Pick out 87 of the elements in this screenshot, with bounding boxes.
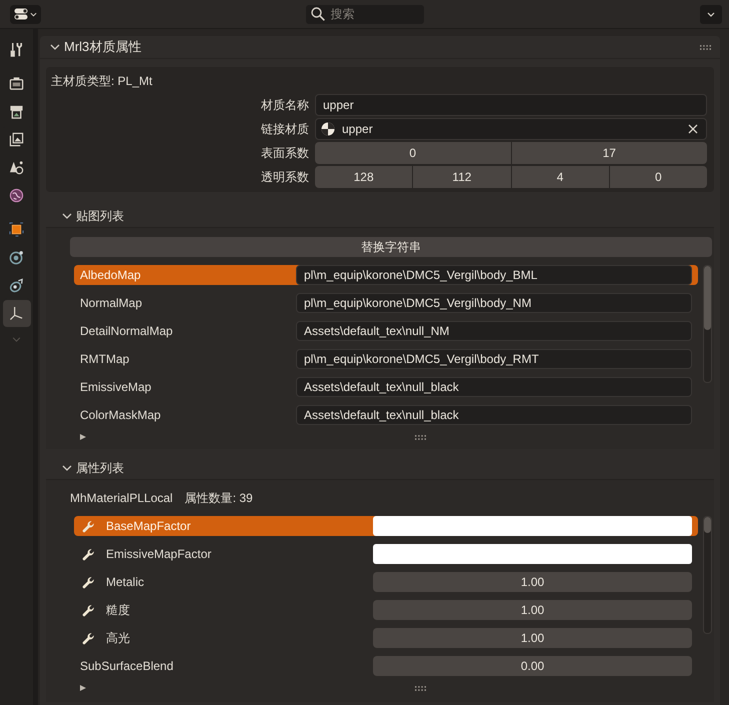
search-icon bbox=[310, 7, 324, 21]
class-name: MhMaterialPLLocal bbox=[70, 490, 173, 507]
color-swatch[interactable] bbox=[373, 544, 692, 564]
texture-row[interactable]: NormalMap pl\m_equip\korone\DMC5_Vergil\body_NM bbox=[74, 293, 698, 313]
color-swatch[interactable] bbox=[373, 516, 692, 536]
number-field[interactable]: 0 bbox=[315, 142, 510, 164]
orbit-icon bbox=[9, 250, 24, 265]
drag-handle-icon[interactable] bbox=[700, 44, 711, 50]
number-field[interactable]: 0.00 bbox=[373, 656, 692, 676]
field-label: 材质名称 bbox=[260, 97, 309, 114]
scrollbar-thumb[interactable] bbox=[704, 517, 711, 533]
drag-handle-icon[interactable] bbox=[415, 434, 426, 440]
subpanel-title: 贴图列表 bbox=[76, 208, 124, 225]
printer-icon bbox=[9, 104, 24, 119]
property-name: BaseMapFactor bbox=[106, 518, 191, 535]
property-name: 高光 bbox=[106, 630, 130, 647]
texture-path-field[interactable]: Assets\default_tex\null_black bbox=[296, 377, 692, 397]
property-row[interactable]: 糙度 1.00 bbox=[74, 600, 698, 620]
search-input[interactable]: 搜索 bbox=[330, 5, 410, 23]
number-field[interactable]: 112 bbox=[413, 166, 510, 188]
number-field[interactable]: 0 bbox=[610, 166, 707, 188]
dropdown-button[interactable] bbox=[700, 4, 722, 24]
scrollbar[interactable] bbox=[703, 265, 712, 383]
property-count: 属性数量: 39 bbox=[184, 490, 253, 507]
property-row[interactable]: EmissiveMapFactor bbox=[74, 544, 698, 564]
texture-name: NormalMap bbox=[79, 295, 144, 312]
number-field[interactable]: 1.00 bbox=[373, 600, 692, 620]
globe-icon bbox=[9, 188, 24, 203]
text-field[interactable]: upper bbox=[315, 94, 707, 116]
close-icon[interactable] bbox=[688, 124, 698, 134]
number-field[interactable]: 17 bbox=[512, 142, 707, 164]
number-field[interactable]: 128 bbox=[315, 166, 412, 188]
property-name: Metalic bbox=[106, 574, 144, 591]
texture-name: DetailNormalMap bbox=[79, 323, 174, 340]
scrollbar-thumb[interactable] bbox=[704, 266, 711, 330]
camera-icon bbox=[9, 76, 24, 91]
property-name: 糙度 bbox=[106, 602, 130, 619]
field-label: 透明系数 bbox=[260, 169, 309, 186]
caret-icon bbox=[30, 12, 37, 16]
field-label: 链接材质 bbox=[260, 121, 309, 138]
texture-row[interactable]: ColorMaskMap Assets\default_tex\null_black bbox=[74, 405, 698, 425]
texture-row[interactable]: AlbedoMap pl\m_equip\korone\DMC5_Vergil\body_BML bbox=[74, 265, 698, 285]
ring-arrow-icon bbox=[9, 278, 24, 293]
material-type: 主材质类型: PL_Mt bbox=[51, 73, 154, 89]
panel-title: Mrl3材质属性 bbox=[64, 38, 142, 56]
texture-name: EmissiveMap bbox=[79, 379, 152, 396]
texture-row[interactable]: DetailNormalMap Assets\default_tex\null_NM bbox=[74, 321, 698, 341]
tools-icon bbox=[9, 42, 24, 57]
texture-row[interactable]: RMTMap pl\m_equip\korone\DMC5_Vergil\body_RMT bbox=[74, 349, 698, 369]
material-name: upper bbox=[342, 121, 374, 138]
number-field[interactable]: 1.00 bbox=[373, 572, 692, 592]
panel-header[interactable]: Mrl3材质属性 bbox=[40, 36, 720, 59]
toggles-icon bbox=[14, 8, 28, 20]
triangle-and-circle-icon bbox=[9, 160, 24, 175]
drag-handle-icon[interactable] bbox=[415, 686, 426, 690]
property-row[interactable]: 高光 1.00 bbox=[74, 628, 698, 648]
material-field[interactable]: upper bbox=[315, 118, 707, 140]
editor-type-button[interactable] bbox=[10, 4, 41, 24]
number-field[interactable]: 1.00 bbox=[373, 628, 692, 648]
texture-path-field[interactable]: Assets\default_tex\null_black bbox=[296, 405, 692, 425]
material-sphere-icon bbox=[321, 122, 335, 136]
subpanel-title: 属性列表 bbox=[76, 460, 124, 477]
field-label: 表面系数 bbox=[260, 145, 309, 162]
texture-name: ColorMaskMap bbox=[79, 407, 162, 424]
properties-tab[interactable] bbox=[2, 300, 30, 327]
property-row[interactable]: BaseMapFactor bbox=[74, 516, 698, 536]
expand-triangle-icon[interactable] bbox=[80, 434, 86, 440]
number-field[interactable]: 4 bbox=[512, 166, 609, 188]
axes-icon bbox=[9, 306, 24, 321]
square-icon bbox=[9, 222, 24, 237]
property-name: EmissiveMapFactor bbox=[106, 546, 212, 563]
property-name: SubSurfaceBlend bbox=[79, 658, 174, 675]
texture-row[interactable]: EmissiveMap Assets\default_tex\null_black bbox=[74, 377, 698, 397]
caret-icon bbox=[707, 12, 715, 16]
expand-triangle-icon[interactable] bbox=[80, 685, 86, 691]
replace-string-button[interactable]: 替换字符串 bbox=[70, 237, 712, 257]
texture-path-field[interactable]: pl\m_equip\korone\DMC5_Vergil\body_NM bbox=[296, 293, 692, 313]
texture-path-field[interactable]: pl\m_equip\korone\DMC5_Vergil\body_BML bbox=[296, 265, 692, 285]
search-field[interactable]: 搜索 bbox=[306, 4, 424, 24]
image-stack-icon bbox=[9, 132, 24, 147]
property-row[interactable]: SubSurfaceBlend 0.00 bbox=[74, 656, 698, 676]
texture-path-field[interactable]: Assets\default_tex\null_NM bbox=[296, 321, 692, 341]
texture-name: AlbedoMap bbox=[79, 267, 142, 284]
texture-path-field[interactable]: pl\m_equip\korone\DMC5_Vergil\body_RMT bbox=[296, 349, 692, 369]
property-row[interactable]: Metalic 1.00 bbox=[74, 572, 698, 592]
scrollbar[interactable] bbox=[703, 516, 712, 634]
texture-name: RMTMap bbox=[79, 351, 130, 368]
